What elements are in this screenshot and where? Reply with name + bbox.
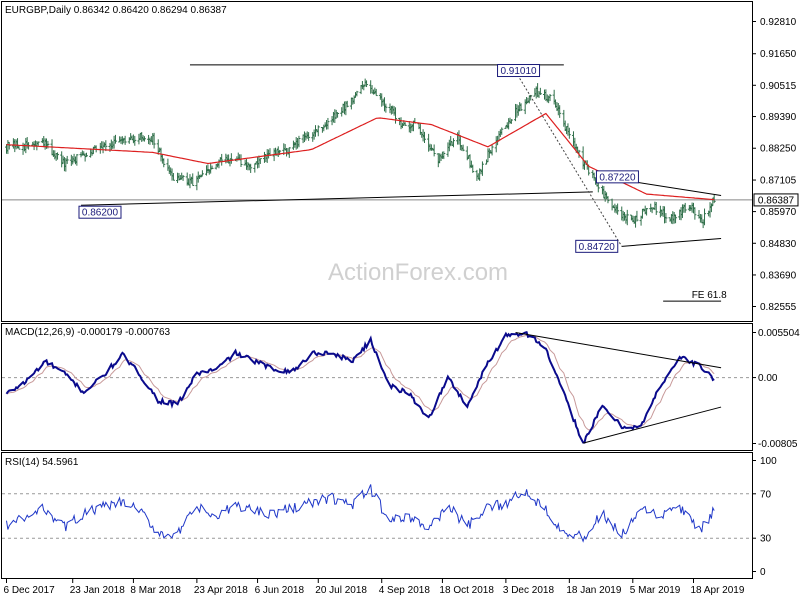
macd-panel-frame — [1, 323, 753, 451]
price-header: EURGBP,Daily 0.86342 0.86420 0.86294 0.8… — [5, 5, 227, 16]
rsi-y-tick-label: 0 — [760, 567, 766, 578]
price-annotation: 0.87220 — [595, 170, 639, 184]
x-axis-label: 6 Dec 2017 — [4, 585, 56, 596]
price-trendline — [621, 238, 722, 247]
price-annotation-label: 0.86200 — [82, 208, 119, 219]
price-bar — [253, 163, 257, 173]
current-price-tag: 0.86387 — [753, 193, 799, 207]
rsi-layer — [2, 484, 752, 543]
price-annotation: 0.86200 — [78, 205, 122, 219]
rsi-y-tick-label: 70 — [760, 489, 772, 500]
price-y-tick-label: 0.89390 — [760, 112, 797, 123]
macd-y-tick-label: -0.00805 — [758, 439, 798, 450]
price-y-tick-label: 0.84830 — [760, 239, 797, 250]
x-axis-label: 6 Jun 2018 — [255, 585, 305, 596]
price-trendline — [80, 191, 593, 206]
price-annotation: 0.84720 — [575, 239, 619, 253]
macd-layer — [2, 330, 752, 444]
price-y-tick-label: 0.92810 — [760, 17, 797, 28]
price-y-tick-label: 0.85970 — [760, 207, 797, 218]
price-y-tick-label: 0.88250 — [760, 144, 797, 155]
macd-y-tick-label: 0.005504 — [758, 328, 800, 339]
price-y-tick-label: 0.83690 — [760, 270, 797, 281]
price-annotation-label: 0.91010 — [500, 66, 537, 77]
price-bar — [703, 208, 707, 226]
rsi-header: RSI(14) 54.5961 — [5, 457, 79, 468]
fe-label: FE 61.8 — [692, 290, 727, 301]
price-annotation-label: 0.84720 — [579, 242, 616, 253]
x-axis-label: 3 Dec 2018 — [503, 585, 555, 596]
x-axis-label: 18 Oct 2018 — [439, 585, 494, 596]
x-axis-label: 4 Sep 2018 — [379, 585, 431, 596]
price-y-tick-label: 0.82555 — [760, 302, 797, 313]
x-axis-label: 23 Apr 2018 — [194, 585, 248, 596]
price-bar — [316, 125, 320, 137]
price-annotation-label: 0.87220 — [599, 172, 636, 183]
macd-y-tick-label: 0.00 — [758, 373, 778, 384]
moving-average-line — [6, 112, 715, 201]
rsi-panel-frame — [1, 452, 753, 579]
rsi-y-tick-label: 100 — [760, 456, 777, 467]
watermark: ActionForex.com — [328, 259, 508, 286]
price-y-tick-label: 0.90515 — [760, 81, 797, 92]
price-y-tick-label: 0.91650 — [760, 49, 797, 60]
price-annotation: 0.91010 — [497, 64, 541, 78]
price-bar — [156, 139, 160, 155]
x-axis-label: 20 Jul 2018 — [315, 585, 367, 596]
chart-canvas: ActionForex.com 0.86200 0.91010 0.87220 0.8… — [1, 1, 800, 596]
projection-dotted-line — [515, 71, 623, 247]
macd-header: MACD(12,26,9) -0.000179 -0.000763 — [5, 327, 171, 338]
rsi-y-tick-label: 30 — [760, 534, 772, 545]
macd-signal-line — [6, 334, 715, 431]
x-axis-label: 8 Mar 2018 — [130, 585, 181, 596]
current-price-value: 0.86387 — [758, 195, 795, 206]
price-y-tick-label: 0.87105 — [760, 176, 797, 187]
x-axis-label: 18 Jan 2019 — [566, 585, 621, 596]
macd-trendline — [583, 406, 722, 444]
x-axis-label: 18 Apr 2019 — [690, 585, 744, 596]
rsi-line — [6, 484, 715, 543]
x-axis-label: 23 Jan 2018 — [70, 585, 125, 596]
price-bar — [490, 144, 494, 156]
x-axis-label: 5 Mar 2019 — [630, 585, 681, 596]
